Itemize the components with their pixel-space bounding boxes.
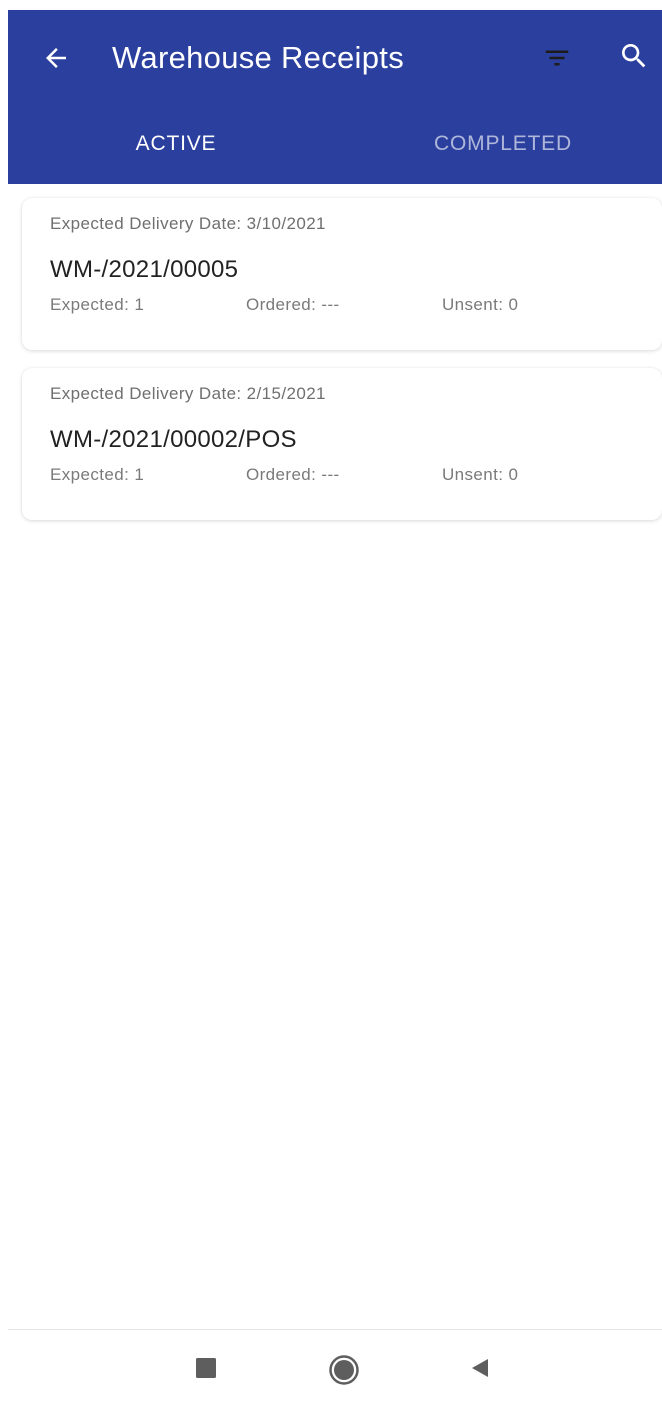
receipt-number: WM-/2021/00002/POS — [50, 426, 297, 453]
filter-button[interactable] — [535, 38, 579, 78]
ordered-count: Ordered: --- — [246, 465, 340, 484]
receipt-list: Expected Delivery Date: 3/10/2021 WM-/20… — [22, 198, 662, 538]
expected-count: Expected: 1 — [50, 295, 145, 314]
home-button[interactable] — [324, 1350, 364, 1390]
triangle-back-icon — [472, 1359, 488, 1377]
toolbar: Warehouse Receipts — [8, 10, 662, 110]
arrow-left-icon — [46, 48, 66, 68]
tab-bar: ACTIVE COMPLETED — [8, 110, 662, 284]
unsent-count: Unsent: 0 — [442, 465, 519, 484]
expected-delivery-date: Expected Delivery Date: 2/15/2021 — [50, 384, 326, 403]
square-icon — [196, 1358, 216, 1378]
recents-button[interactable] — [188, 1350, 224, 1386]
app-bar: Warehouse Receipts ACTIVE COMPLETED — [8, 10, 662, 284]
ordered-count: Ordered: --- — [246, 295, 340, 314]
expected-delivery-date: Expected Delivery Date: 3/10/2021 — [50, 214, 326, 233]
search-icon — [622, 44, 646, 68]
expected-count: Expected: 1 — [50, 465, 145, 484]
circle-icon — [329, 1355, 359, 1385]
back-button[interactable] — [36, 38, 76, 78]
receipt-card[interactable]: Expected Delivery Date: 3/10/2021 WM-/20… — [22, 198, 662, 350]
screen: Warehouse Receipts ACTIVE COMPLETED Expe… — [0, 0, 662, 1401]
unsent-count: Unsent: 0 — [442, 295, 519, 314]
search-button[interactable] — [614, 36, 654, 76]
system-back-button[interactable] — [462, 1350, 498, 1386]
tab-completed[interactable]: COMPLETED — [344, 110, 662, 178]
receipt-card[interactable]: Expected Delivery Date: 2/15/2021 WM-/20… — [22, 368, 662, 520]
receipt-number: WM-/2021/00005 — [50, 256, 239, 283]
filter-icon — [545, 50, 569, 66]
tab-active[interactable]: ACTIVE — [8, 110, 344, 178]
page-title: Warehouse Receipts — [112, 40, 404, 75]
navigation-bar-divider — [8, 1329, 662, 1330]
